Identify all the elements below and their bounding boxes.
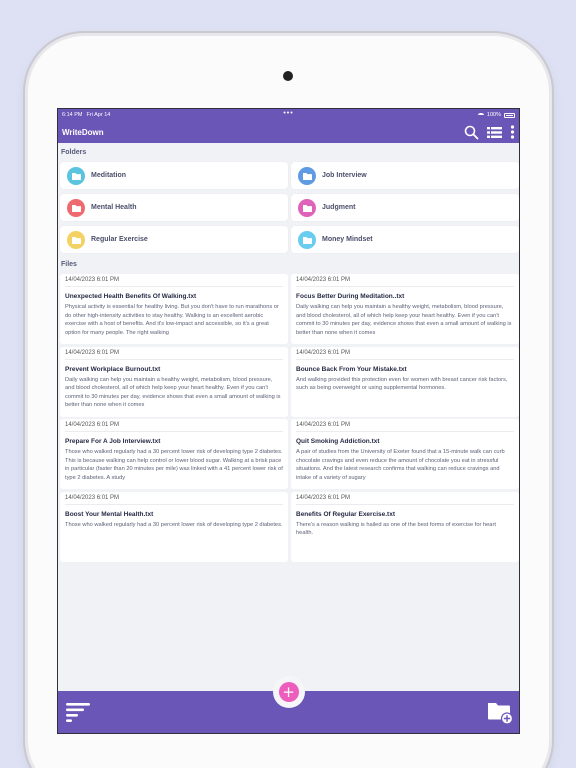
folder-icon bbox=[298, 198, 316, 217]
folder-icon bbox=[67, 198, 85, 217]
folder-tile[interactable]: Money Mindset bbox=[291, 226, 519, 253]
status-time: 6:14 PM bbox=[62, 112, 83, 118]
sort-icon[interactable] bbox=[66, 703, 90, 727]
status-bar: 6:14 PM Fri Apr 14 ••• 100% bbox=[58, 109, 519, 121]
file-date: 14/04/2023 6:01 PM bbox=[65, 350, 283, 360]
folder-name: Job Interview bbox=[322, 172, 367, 179]
file-title: Prepare For A Job Interview.txt bbox=[65, 438, 161, 445]
file-date: 14/04/2023 6:01 PM bbox=[65, 422, 283, 432]
battery-icon bbox=[504, 112, 515, 118]
folder-icon bbox=[67, 166, 85, 185]
file-preview: And walking provided this protection eve… bbox=[296, 376, 508, 392]
file-card[interactable]: 14/04/2023 6:01 PM Prepare For A Job Inte… bbox=[60, 419, 288, 489]
file-title: Unexpected Health Benefits Of Walking.tx… bbox=[65, 293, 197, 300]
file-card[interactable]: 14/04/2023 6:01 PM Focus Better During Me… bbox=[291, 274, 519, 344]
wifi-icon bbox=[477, 113, 484, 117]
folder-name: Money Mindset bbox=[322, 236, 373, 243]
file-date: 14/04/2023 6:01 PM bbox=[296, 277, 514, 287]
file-preview: There's a reason walking is hailed as on… bbox=[296, 521, 496, 537]
file-card[interactable]: 14/04/2023 6:01 PM Unexpected Health Bene… bbox=[60, 274, 288, 344]
folder-name: Regular Exercise bbox=[91, 236, 148, 243]
file-card[interactable]: 14/04/2023 6:01 PM Boost Your Mental Heal… bbox=[60, 491, 288, 562]
file-card[interactable]: 14/04/2023 6:01 PM Benefits Of Regular Ex… bbox=[291, 491, 519, 562]
file-title: Bounce Back From Your Mistake.txt bbox=[296, 365, 407, 373]
folder-tile[interactable]: Mental Health bbox=[60, 194, 288, 221]
battery-percent: 100% bbox=[486, 112, 501, 118]
folder-name: Judgment bbox=[322, 204, 356, 211]
list-view-icon[interactable] bbox=[487, 126, 502, 139]
file-title: Boost Your Mental Health.txt bbox=[65, 510, 154, 518]
files-section-label: Files bbox=[61, 261, 77, 268]
folder-tile[interactable]: Job Interview bbox=[291, 162, 519, 189]
file-preview: Daily walking can help you maintain a he… bbox=[65, 376, 281, 409]
folder-icon bbox=[298, 230, 316, 249]
file-title: Focus Better During Meditation..txt bbox=[296, 293, 405, 300]
file-title: Prevent Workplace Burnout.txt bbox=[65, 365, 161, 373]
app-screen: 6:14 PM Fri Apr 14 ••• 100% WriteDown Fo… bbox=[57, 108, 520, 734]
file-date: 14/04/2023 6:01 PM bbox=[296, 422, 514, 432]
plus-icon: + bbox=[278, 682, 299, 702]
file-preview: Physical activity is essential for healt… bbox=[65, 304, 279, 336]
file-date: 14/04/2023 6:01 PM bbox=[65, 495, 283, 505]
file-date: 14/04/2023 6:01 PM bbox=[65, 277, 283, 287]
folder-tile[interactable]: Meditation bbox=[60, 162, 288, 189]
more-vertical-icon[interactable] bbox=[510, 125, 515, 139]
add-note-button[interactable]: + bbox=[272, 676, 305, 708]
front-camera bbox=[283, 71, 293, 81]
file-title: Quit Smoking Addiction.txt bbox=[296, 438, 380, 445]
search-icon[interactable] bbox=[464, 125, 479, 140]
folder-name: Meditation bbox=[91, 172, 126, 179]
file-title: Benefits Of Regular Exercise.txt bbox=[296, 510, 395, 518]
status-date: Fri Apr 14 bbox=[86, 112, 111, 118]
app-bar: WriteDown bbox=[58, 121, 519, 143]
folder-name: Mental Health bbox=[91, 204, 137, 211]
file-date: 14/04/2023 6:01 PM bbox=[296, 350, 514, 360]
file-card[interactable]: 14/04/2023 6:01 PM Prevent Workplace Burn… bbox=[60, 346, 288, 417]
app-title: WriteDown bbox=[62, 127, 104, 137]
file-date: 14/04/2023 6:01 PM bbox=[296, 495, 514, 505]
file-card[interactable]: 14/04/2023 6:01 PM Bounce Back From Your … bbox=[291, 346, 519, 417]
add-folder-icon[interactable] bbox=[487, 699, 514, 730]
multitasking-dots[interactable]: ••• bbox=[283, 110, 293, 117]
folder-icon bbox=[67, 230, 85, 249]
file-preview: Daily walking can help you maintain a he… bbox=[296, 304, 512, 336]
folder-icon bbox=[298, 166, 316, 185]
folder-tile[interactable]: Judgment bbox=[291, 194, 519, 221]
folder-tile[interactable]: Regular Exercise bbox=[60, 226, 288, 253]
folders-section-label: Folders bbox=[61, 149, 87, 156]
file-preview: Those who walked regularly had a 30 perc… bbox=[65, 521, 283, 528]
file-card[interactable]: 14/04/2023 6:01 PM Quit Smoking Addiction… bbox=[291, 419, 519, 489]
file-preview: Those who walked regularly had a 30 perc… bbox=[65, 449, 283, 481]
file-preview: A pair of studies from the University of… bbox=[296, 449, 505, 481]
